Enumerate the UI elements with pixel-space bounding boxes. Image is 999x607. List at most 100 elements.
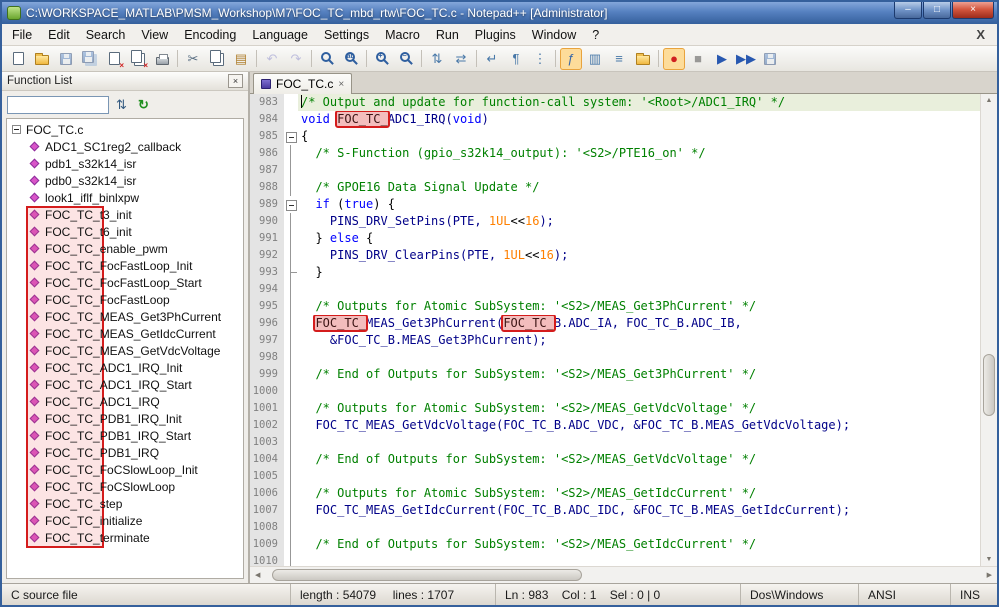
minimize-button[interactable]: – (894, 2, 922, 19)
fold-collapse-icon[interactable] (284, 196, 298, 213)
code-line[interactable]: 997 &FOC_TC_B.MEAS_Get3PhCurrent); (250, 332, 980, 349)
document-map-icon[interactable]: ▥ (584, 48, 606, 70)
function-list-item[interactable]: pdb0_s32k14_isr (7, 172, 243, 189)
vertical-scroll-thumb[interactable] (983, 353, 995, 416)
function-list-item[interactable]: FOC_TC_ADC1_IRQ_Start (7, 376, 243, 393)
sync-scroll-vertical-icon[interactable]: ⇅ (426, 48, 448, 70)
code-line[interactable]: 998 (250, 349, 980, 366)
title-bar[interactable]: C:\WORKSPACE_MATLAB\PMSM_Workshop\M7\FOC… (2, 2, 997, 24)
code-line[interactable]: 996 FOC_TC_MEAS_Get3PhCurrent(FOC_TC_B.A… (250, 315, 980, 332)
code-line[interactable]: 1010 (250, 553, 980, 566)
document-list-icon[interactable]: ≡ (608, 48, 630, 70)
cut-icon[interactable]: ✂ (182, 48, 204, 70)
code-line[interactable]: 1001 /* Outputs for Atomic SubSystem: '<… (250, 400, 980, 417)
code-line[interactable]: 989 if (true) { (250, 196, 980, 213)
record-macro-icon[interactable]: ● (663, 47, 685, 70)
menu-item-view[interactable]: View (133, 26, 176, 44)
code-line[interactable]: 1000 (250, 383, 980, 400)
menubar-close-doc-button[interactable]: X (966, 27, 995, 42)
show-all-characters-icon[interactable]: ¶ (505, 48, 527, 70)
paste-icon[interactable]: ▤ (230, 48, 252, 70)
function-list-item[interactable]: FOC_TC_FoCSlowLoop_Init (7, 461, 243, 478)
open-file-icon[interactable] (31, 48, 53, 70)
code-line[interactable]: 993 } (250, 264, 980, 281)
tab-foc-tc[interactable]: FOC_TC.c × (253, 73, 353, 94)
menu-item-plugins[interactable]: Plugins (467, 26, 524, 44)
scroll-down-icon[interactable]: ▼ (981, 556, 997, 563)
horizontal-scrollbar[interactable]: ◀ ▶ (250, 566, 997, 583)
function-list-item[interactable]: FOC_TC_terminate (7, 529, 243, 546)
function-list-item[interactable]: FOC_TC_t6_init (7, 223, 243, 240)
menu-item-language[interactable]: Language (244, 26, 316, 44)
refresh-icon[interactable]: ↻ (134, 95, 153, 114)
code-line[interactable]: 1006 /* Outputs for Atomic SubSystem: '<… (250, 485, 980, 502)
menu-item-settings[interactable]: Settings (316, 26, 377, 44)
replace-icon[interactable]: ab (340, 48, 362, 70)
scroll-up-icon[interactable]: ▲ (981, 97, 997, 104)
function-list-item[interactable]: FOC_TC_FocFastLoop (7, 291, 243, 308)
menu-item-file[interactable]: File (4, 26, 40, 44)
scroll-left-icon[interactable]: ◀ (255, 571, 260, 579)
indent-guide-icon[interactable]: ⋮ (529, 48, 551, 70)
horizontal-scroll-thumb[interactable] (272, 569, 582, 581)
menu-item-edit[interactable]: Edit (40, 26, 78, 44)
code-line[interactable]: 1005 (250, 468, 980, 485)
function-list-item[interactable]: FOC_TC_PDB1_IRQ_Start (7, 427, 243, 444)
code-line[interactable]: 1002 FOC_TC_MEAS_GetVdcVoltage(FOC_TC_B.… (250, 417, 980, 434)
maximize-button[interactable]: □ (923, 2, 951, 19)
zoom-in-icon[interactable]: + (371, 48, 393, 70)
menu-item-run[interactable]: Run (428, 26, 467, 44)
folder-as-workspace-icon[interactable] (632, 48, 654, 70)
code-line[interactable]: 991 } else { (250, 230, 980, 247)
code-editor[interactable]: 983/* Output and update for function-cal… (250, 94, 980, 566)
code-line[interactable]: 983/* Output and update for function-cal… (250, 94, 980, 111)
undo-icon[interactable]: ↶ (261, 48, 283, 70)
function-list-item[interactable]: FOC_TC_t3_init (7, 206, 243, 223)
code-line[interactable]: 1009 /* End of Outputs for SubSystem: '<… (250, 536, 980, 553)
code-line[interactable]: 1003 (250, 434, 980, 451)
close-button[interactable]: × (952, 2, 994, 19)
function-search-input[interactable] (7, 95, 109, 114)
new-file-icon[interactable] (7, 48, 29, 70)
function-list-item[interactable]: ADC1_SC1reg2_callback (7, 138, 243, 155)
close-all-files-icon[interactable]: × (127, 48, 149, 70)
code-line[interactable]: 1004 /* End of Outputs for SubSystem: '<… (250, 451, 980, 468)
code-line[interactable]: 986 /* S-Function (gpio_s32k14_output): … (250, 145, 980, 162)
zoom-out-icon[interactable]: − (395, 48, 417, 70)
function-list-item[interactable]: FOC_TC_FoCSlowLoop (7, 478, 243, 495)
function-list-item[interactable]: FOC_TC_MEAS_GetIdcCurrent (7, 325, 243, 342)
code-line[interactable]: 994 (250, 281, 980, 298)
save-recorded-macro-icon[interactable] (759, 48, 781, 70)
code-line[interactable]: 984 void FOC_TC_ADC1_IRQ(void) (250, 111, 980, 128)
panel-close-button[interactable]: × (228, 74, 243, 88)
status-encoding[interactable]: ANSI (859, 584, 951, 605)
code-line[interactable]: 985{ (250, 128, 980, 145)
scroll-right-icon[interactable]: ▶ (987, 571, 992, 579)
function-list-item[interactable]: FOC_TC_MEAS_GetVdcVoltage (7, 342, 243, 359)
playback-macro-icon[interactable]: ▶ (711, 48, 733, 70)
function-list-item[interactable]: FOC_TC_PDB1_IRQ_Init (7, 410, 243, 427)
function-list-icon[interactable]: ƒ (560, 47, 582, 70)
save-icon[interactable] (55, 48, 77, 70)
code-line[interactable]: 1008 (250, 519, 980, 536)
status-eol-format[interactable]: Dos\Windows (741, 584, 859, 605)
code-line[interactable]: 987 (250, 162, 980, 179)
sync-scroll-horizontal-icon[interactable]: ⇄ (450, 48, 472, 70)
code-line[interactable]: 995 /* Outputs for Atomic SubSystem: '<S… (250, 298, 980, 315)
function-list-item[interactable]: FOC_TC_enable_pwm (7, 240, 243, 257)
save-all-icon[interactable] (79, 48, 101, 70)
tab-close-icon[interactable]: × (338, 79, 344, 90)
menu-item-help[interactable]: ? (584, 26, 607, 44)
menu-item-macro[interactable]: Macro (377, 26, 428, 44)
function-list-item[interactable]: FOC_TC_step (7, 495, 243, 512)
menu-item-search[interactable]: Search (78, 26, 134, 44)
print-icon[interactable] (151, 48, 173, 70)
stop-recording-icon[interactable]: ■ (687, 48, 709, 70)
close-file-icon[interactable]: × (103, 48, 125, 70)
function-list-root[interactable]: FOC_TC.c (7, 121, 243, 138)
run-macro-multiple-times-icon[interactable]: ▶▶ (735, 48, 757, 70)
copy-icon[interactable] (206, 48, 228, 70)
menu-item-window[interactable]: Window (524, 26, 584, 44)
function-list-item[interactable]: FOC_TC_initialize (7, 512, 243, 529)
code-line[interactable]: 990 PINS_DRV_SetPins(PTE, 1UL<<16); (250, 213, 980, 230)
